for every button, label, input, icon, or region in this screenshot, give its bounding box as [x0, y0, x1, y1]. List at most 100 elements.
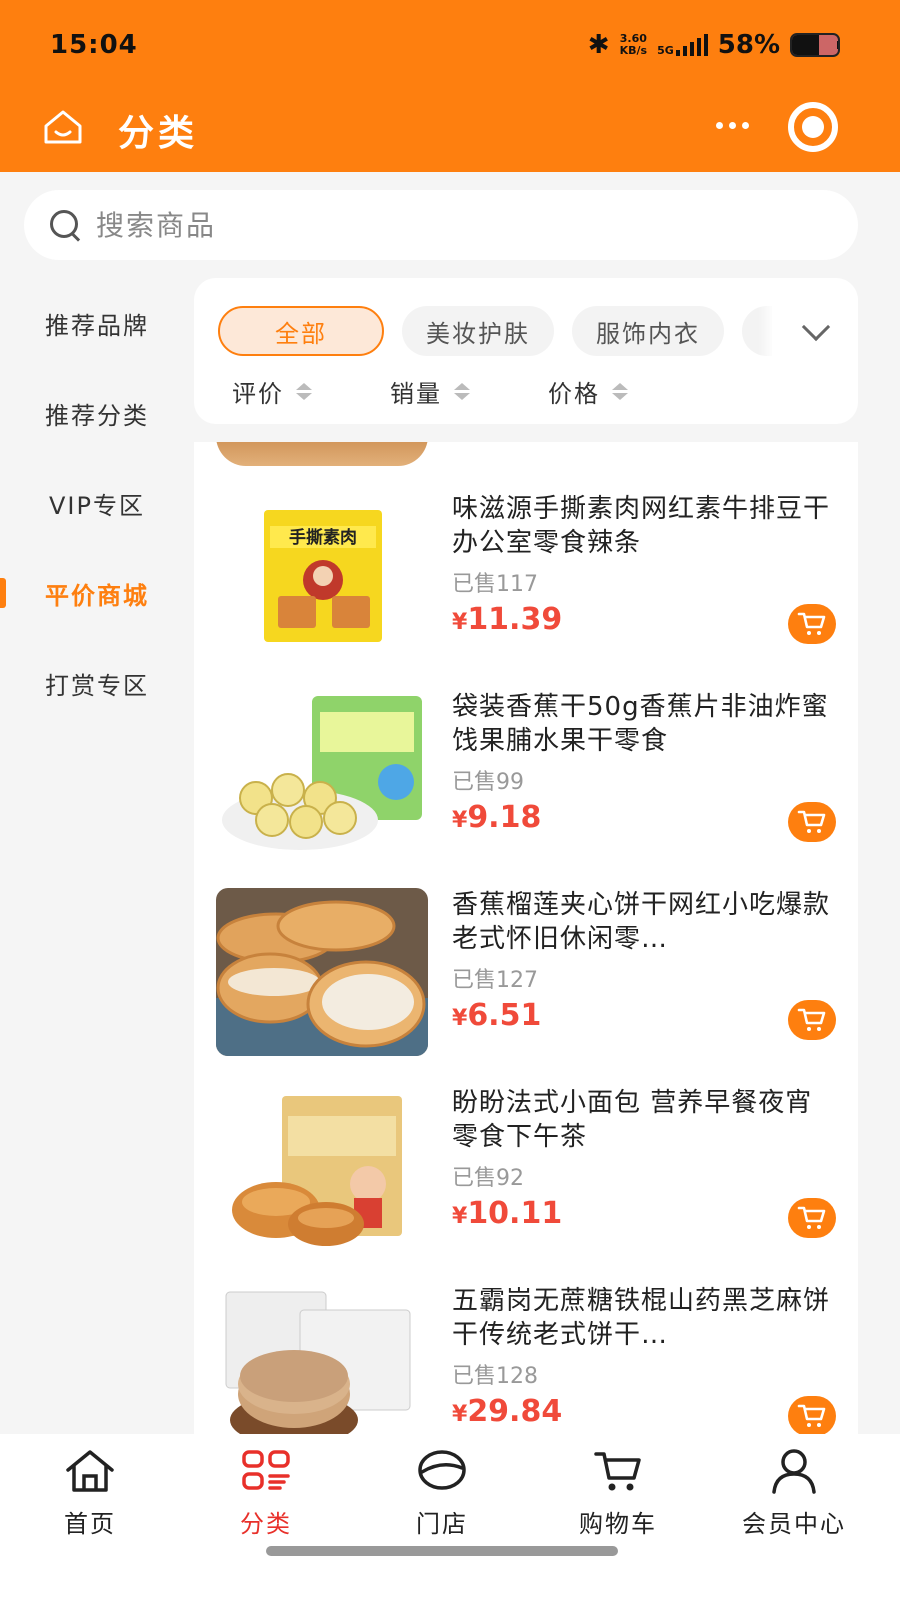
- product-title[interactable]: 五霸岗无蔗糖铁棍山药黑芝麻饼干传统老式饼干…: [452, 1284, 832, 1352]
- product-item[interactable]: 手撕素肉 味滋源手撕素肉网红素牛排豆干办公室零食辣条 已售117 ¥11.39: [194, 492, 858, 664]
- product-info: 味滋源手撕素肉网红素牛排豆干办公室零食辣条 已售117 ¥11.39: [452, 492, 832, 637]
- product-title[interactable]: 袋装香蕉干50g香蕉片非油炸蜜饯果脯水果干零食: [452, 690, 832, 758]
- add-to-cart-button[interactable]: [788, 802, 836, 842]
- add-to-cart-button[interactable]: [788, 1000, 836, 1040]
- add-to-cart-button[interactable]: [788, 1396, 836, 1434]
- sesame-biscuit-image[interactable]: [216, 1284, 428, 1434]
- top-bar: 15:04 ✱ 3.60 KB/s 5G 58% 分类: [0, 0, 900, 172]
- product-item[interactable]: 盼盼法式小面包 营养早餐夜宵零食下午茶 已售92 ¥10.11: [194, 1086, 858, 1258]
- cart-icon: [797, 612, 826, 635]
- tab-category[interactable]: 分类: [196, 1448, 336, 1539]
- category-chips: 全部 美妆护肤 服饰内衣: [218, 306, 772, 356]
- sort-options: 评价 销量 价格: [232, 374, 706, 409]
- product-price: ¥6.51: [452, 998, 832, 1033]
- sort-label: 销量: [390, 380, 442, 408]
- sidebar-item-budget-mall[interactable]: 平价商城: [0, 548, 194, 638]
- product-price: ¥9.18: [452, 800, 832, 835]
- network-speed-unit: KB/s: [619, 44, 648, 57]
- sort-icon: [612, 383, 628, 400]
- sidebar-item-recommended-brands[interactable]: 推荐品牌: [0, 278, 194, 368]
- sidebar-item-label: 打赏专区: [45, 671, 149, 700]
- sidebar-item-label: VIP专区: [49, 491, 145, 520]
- sort-rating[interactable]: 评价: [232, 374, 312, 409]
- price-value: 9.18: [467, 800, 542, 835]
- cart-icon: [797, 1008, 826, 1031]
- sort-icon: [296, 383, 312, 400]
- cart-icon: [797, 1206, 826, 1229]
- product-image-partial[interactable]: [216, 442, 428, 466]
- product-info: 盼盼法式小面包 营养早餐夜宵零食下午茶 已售92 ¥10.11: [452, 1086, 832, 1231]
- vegetarian-meat-snack-image[interactable]: 手撕素肉: [216, 492, 428, 660]
- product-sold-count: 已售128: [452, 1364, 538, 1389]
- product-item[interactable]: 五霸岗无蔗糖铁棍山药黑芝麻饼干传统老式饼干… 已售128 ¥29.84: [194, 1284, 858, 1434]
- battery-icon: [790, 33, 840, 57]
- chip-beauty-skincare[interactable]: 美妆护肤: [402, 306, 554, 356]
- french-bread-image[interactable]: [216, 1086, 428, 1254]
- sidebar-item-vip-zone[interactable]: VIP专区: [0, 458, 194, 548]
- product-info: 香蕉榴莲夹心饼干网红小吃爆款老式怀旧休闲零… 已售127 ¥6.51: [452, 888, 832, 1033]
- product-list: 手撕素肉 味滋源手撕素肉网红素牛排豆干办公室零食辣条 已售117 ¥11.39: [194, 442, 858, 1434]
- product-title[interactable]: 味滋源手撕素肉网红素牛排豆干办公室零食辣条: [452, 492, 832, 560]
- product-price: ¥29.84: [452, 1394, 832, 1429]
- price-value: 11.39: [467, 602, 563, 637]
- status-time: 15:04: [50, 30, 138, 60]
- currency-symbol: ¥: [452, 1006, 468, 1031]
- search-icon: [48, 208, 82, 242]
- status-indicators: ✱ 3.60 KB/s 5G 58%: [588, 30, 840, 60]
- home-indicator[interactable]: [266, 1546, 618, 1556]
- sort-label: 价格: [548, 380, 600, 408]
- product-title[interactable]: 香蕉榴莲夹心饼干网红小吃爆款老式怀旧休闲零…: [452, 888, 832, 956]
- banana-chips-image[interactable]: [216, 690, 428, 858]
- home-icon[interactable]: [42, 108, 84, 146]
- tab-label: 会员中心: [742, 1510, 846, 1538]
- tab-label: 分类: [240, 1510, 292, 1538]
- cart-icon: [797, 810, 826, 833]
- product-price: ¥10.11: [452, 1196, 832, 1231]
- sidebar-item-label: 推荐分类: [45, 401, 149, 430]
- user-icon: [772, 1449, 816, 1494]
- chip-partial[interactable]: [742, 306, 772, 356]
- sidebar-item-label: 平价商城: [45, 581, 149, 610]
- sandwich-biscuit-image[interactable]: [216, 888, 428, 1056]
- chip-all[interactable]: 全部: [218, 306, 384, 356]
- tab-home[interactable]: 首页: [20, 1448, 160, 1539]
- price-value: 29.84: [467, 1394, 563, 1429]
- network-speed: 3.60 KB/s: [620, 33, 647, 57]
- tab-member-center[interactable]: 会员中心: [724, 1448, 864, 1539]
- product-info: 袋装香蕉干50g香蕉片非油炸蜜饯果脯水果干零食 已售99 ¥9.18: [452, 690, 832, 835]
- product-item[interactable]: 袋装香蕉干50g香蕉片非油炸蜜饯果脯水果干零食 已售99 ¥9.18: [194, 690, 858, 862]
- sort-icon: [454, 383, 470, 400]
- product-price: ¥11.39: [452, 602, 832, 637]
- sort-label: 评价: [232, 380, 284, 408]
- svg-text:手撕素肉: 手撕素肉: [289, 527, 357, 548]
- sort-sales[interactable]: 销量: [390, 374, 470, 409]
- add-to-cart-button[interactable]: [788, 604, 836, 644]
- currency-symbol: ¥: [452, 808, 468, 833]
- tab-cart[interactable]: 购物车: [548, 1448, 688, 1539]
- more-icon[interactable]: [712, 112, 752, 138]
- add-to-cart-button[interactable]: [788, 1198, 836, 1238]
- store-icon: [418, 1450, 466, 1490]
- product-sold-count: 已售92: [452, 1166, 524, 1191]
- product-info: 五霸岗无蔗糖铁棍山药黑芝麻饼干传统老式饼干… 已售128 ¥29.84: [452, 1284, 832, 1429]
- chevron-down-icon: [801, 312, 831, 342]
- tab-store[interactable]: 门店: [372, 1448, 512, 1539]
- sidebar-item-recommended-categories[interactable]: 推荐分类: [0, 368, 194, 458]
- bottom-navigation: 首页 分类 门店 购物车 会员中心: [0, 1434, 900, 1600]
- sort-price[interactable]: 价格: [548, 374, 628, 409]
- category-icon: [242, 1450, 290, 1490]
- product-sold-count: 已售117: [452, 572, 538, 597]
- product-title[interactable]: 盼盼法式小面包 营养早餐夜宵零食下午茶: [452, 1086, 832, 1154]
- sidebar-item-reward-zone[interactable]: 打赏专区: [0, 638, 194, 728]
- product-item[interactable]: 香蕉榴莲夹心饼干网红小吃爆款老式怀旧休闲零… 已售127 ¥6.51: [194, 888, 858, 1060]
- search-input[interactable]: [96, 208, 696, 242]
- chip-apparel-underwear[interactable]: 服饰内衣: [572, 306, 724, 356]
- battery-percent: 58%: [717, 30, 780, 60]
- expand-chips-button[interactable]: [774, 296, 858, 366]
- search-bar[interactable]: [24, 190, 858, 260]
- tab-label: 购物车: [579, 1510, 657, 1538]
- cart-icon: [594, 1452, 641, 1491]
- target-icon[interactable]: [788, 102, 838, 152]
- price-value: 10.11: [467, 1196, 563, 1231]
- product-sold-count: 已售99: [452, 770, 524, 795]
